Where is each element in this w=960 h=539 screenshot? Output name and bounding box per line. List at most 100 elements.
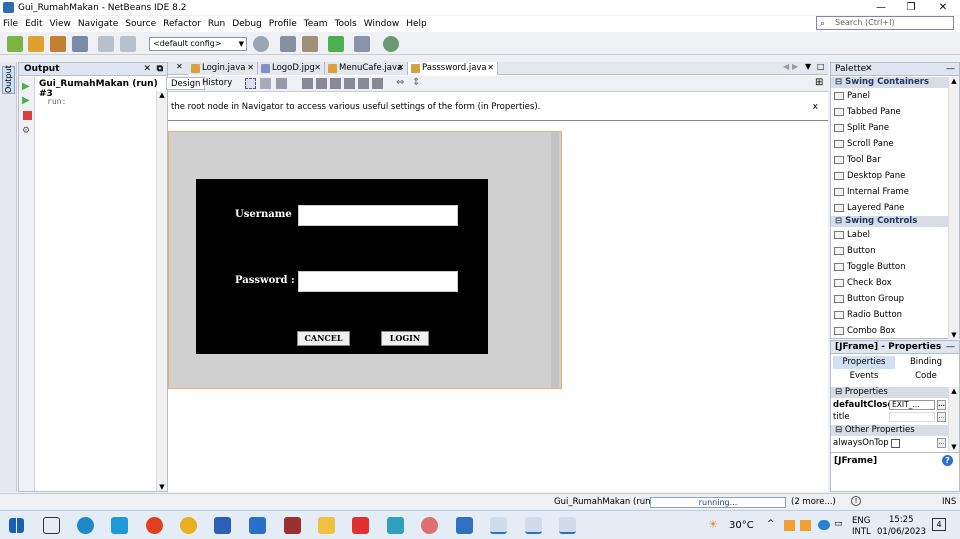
palette-item-scroll-pane[interactable]: Scroll Pane: [831, 136, 949, 152]
menu-refactor[interactable]: Refactor: [163, 19, 201, 29]
new-project-icon[interactable]: [7, 36, 23, 52]
java-app-icon[interactable]: [559, 517, 576, 534]
minimize-panel-icon[interactable]: —: [946, 63, 955, 75]
menu-source[interactable]: Source: [125, 19, 156, 29]
temperature[interactable]: 30°C: [729, 520, 754, 531]
property-editor-button[interactable]: ...: [937, 400, 946, 410]
design-canvas[interactable]: Username Password : CANCEL LOGIN: [168, 131, 562, 389]
align-center-icon[interactable]: [316, 78, 327, 89]
target-platform-icon[interactable]: [253, 36, 269, 52]
minimize-button[interactable]: —: [866, 0, 896, 15]
close-icon[interactable]: ✕: [865, 63, 873, 75]
menu-view[interactable]: View: [50, 19, 71, 29]
weather-icon[interactable]: ☀: [708, 518, 718, 531]
browser-app-icon[interactable]: [146, 517, 163, 534]
notifications-icon[interactable]: !: [851, 496, 861, 506]
palette-item-internal-frame[interactable]: Internal Frame: [831, 184, 949, 200]
menu-profile[interactable]: Profile: [269, 19, 297, 29]
config-select[interactable]: <default config> ▼: [149, 37, 247, 51]
menu-window[interactable]: Window: [364, 19, 400, 29]
property-row-defaultcloseoperation[interactable]: defaultCloseO EXIT_... ...: [831, 399, 949, 411]
history-tab[interactable]: History: [198, 77, 236, 90]
debug-icon[interactable]: [354, 36, 370, 52]
palette-item-layered-pane[interactable]: Layered Pane: [831, 200, 949, 216]
palette-item-desktop-pane[interactable]: Desktop Pane: [831, 168, 949, 184]
align-top-icon[interactable]: [344, 78, 355, 89]
palette-item-button[interactable]: Button: [831, 243, 949, 259]
more-tasks[interactable]: (2 more...): [791, 497, 836, 507]
clean-build-icon[interactable]: [302, 36, 318, 52]
scroll-tabs-left-icon[interactable]: ◀: [783, 62, 789, 71]
properties-scrollbar[interactable]: ▲ ▼: [948, 387, 959, 451]
close-icon[interactable]: ✕: [143, 63, 151, 75]
tab-events[interactable]: Events: [833, 370, 895, 383]
scroll-tabs-right-icon[interactable]: ▶: [792, 62, 798, 71]
output-side-tab[interactable]: Output: [2, 65, 15, 94]
mail-icon[interactable]: [249, 517, 266, 534]
tray-app-icon[interactable]: [784, 520, 795, 531]
java-app-icon[interactable]: [525, 517, 542, 534]
palette-item-tabbed-pane[interactable]: Tabbed Pane: [831, 104, 949, 120]
clock-date[interactable]: 01/06/2023: [877, 527, 926, 537]
profile-icon[interactable]: [383, 36, 399, 52]
chrome-icon[interactable]: [180, 517, 197, 534]
preview-design-icon[interactable]: [276, 78, 287, 89]
login-button[interactable]: LOGIN: [381, 331, 429, 346]
language-line2[interactable]: INTL: [852, 527, 871, 537]
horizontal-resize-icon[interactable]: ⇔: [396, 77, 404, 88]
palette-section-swing-containers[interactable]: ⊟ Swing Containers: [831, 77, 949, 88]
cloud-icon[interactable]: [818, 520, 830, 530]
close-button[interactable]: ✕: [928, 0, 958, 15]
search-input[interactable]: ⌕ Search (Ctrl+I): [816, 16, 954, 30]
word-icon[interactable]: [214, 517, 231, 534]
menu-debug[interactable]: Debug: [232, 19, 262, 29]
clock-time[interactable]: 15:25: [889, 515, 914, 525]
tab-logod-jpg[interactable]: LogoD.jpg ✕: [258, 62, 325, 75]
align-right-icon[interactable]: [330, 78, 341, 89]
winrar-icon[interactable]: [284, 517, 301, 534]
add-icon[interactable]: ⊞: [815, 77, 823, 88]
tab-passsword-java[interactable]: Passsword.java ✕: [408, 62, 498, 75]
property-editor-button[interactable]: ...: [937, 412, 946, 422]
password-field[interactable]: [298, 271, 458, 292]
close-icon[interactable]: ✕: [397, 62, 404, 74]
login-form-panel[interactable]: Username Password : CANCEL LOGIN: [196, 179, 488, 354]
scroll-up-icon[interactable]: ▲: [157, 91, 167, 99]
rerun-icon[interactable]: ▶: [22, 81, 30, 92]
maximize-editor-icon[interactable]: □: [817, 62, 825, 71]
windows-start-icon[interactable]: [9, 518, 24, 533]
property-value-select[interactable]: EXIT_...: [889, 400, 935, 410]
java-app-icon[interactable]: [490, 517, 507, 534]
file-explorer-icon[interactable]: [318, 517, 335, 534]
new-file-icon[interactable]: [28, 36, 44, 52]
close-icon[interactable]: ✕: [314, 62, 321, 74]
scroll-down-icon[interactable]: ▼: [157, 483, 167, 491]
help-icon[interactable]: ?: [942, 455, 953, 466]
align-middle-icon[interactable]: [358, 78, 369, 89]
scroll-up-icon[interactable]: ▲: [949, 387, 959, 395]
scroll-down-icon[interactable]: ▼: [949, 331, 959, 339]
other-properties-section[interactable]: ⊟ Other Properties: [831, 425, 949, 436]
align-bottom-icon[interactable]: [372, 78, 383, 89]
undo-icon[interactable]: [98, 36, 114, 52]
redo-icon[interactable]: [120, 36, 136, 52]
close-icon[interactable]: ✕: [176, 62, 183, 71]
vertical-resize-icon[interactable]: ⇕: [412, 77, 420, 88]
palette-item-toggle-button[interactable]: Toggle Button: [831, 259, 949, 275]
menu-run[interactable]: Run: [208, 19, 225, 29]
l-app-icon[interactable]: [111, 517, 128, 534]
palette-item-label[interactable]: Label: [831, 227, 949, 243]
property-row-title[interactable]: title ...: [831, 411, 949, 423]
save-all-icon[interactable]: [72, 36, 88, 52]
language-line1[interactable]: ENG: [852, 516, 870, 526]
wps-icon[interactable]: [352, 517, 369, 534]
tab-binding[interactable]: Binding: [895, 356, 957, 369]
stop-icon[interactable]: [23, 111, 32, 120]
palette-item-panel[interactable]: Panel: [831, 88, 949, 104]
minimize-panel-icon[interactable]: —: [946, 341, 955, 353]
open-project-icon[interactable]: [50, 36, 66, 52]
tab-properties[interactable]: Properties: [833, 356, 895, 369]
menu-edit[interactable]: Edit: [25, 19, 42, 29]
menu-file[interactable]: File: [3, 19, 18, 29]
palette-section-swing-controls[interactable]: ⊟ Swing Controls: [831, 216, 949, 227]
